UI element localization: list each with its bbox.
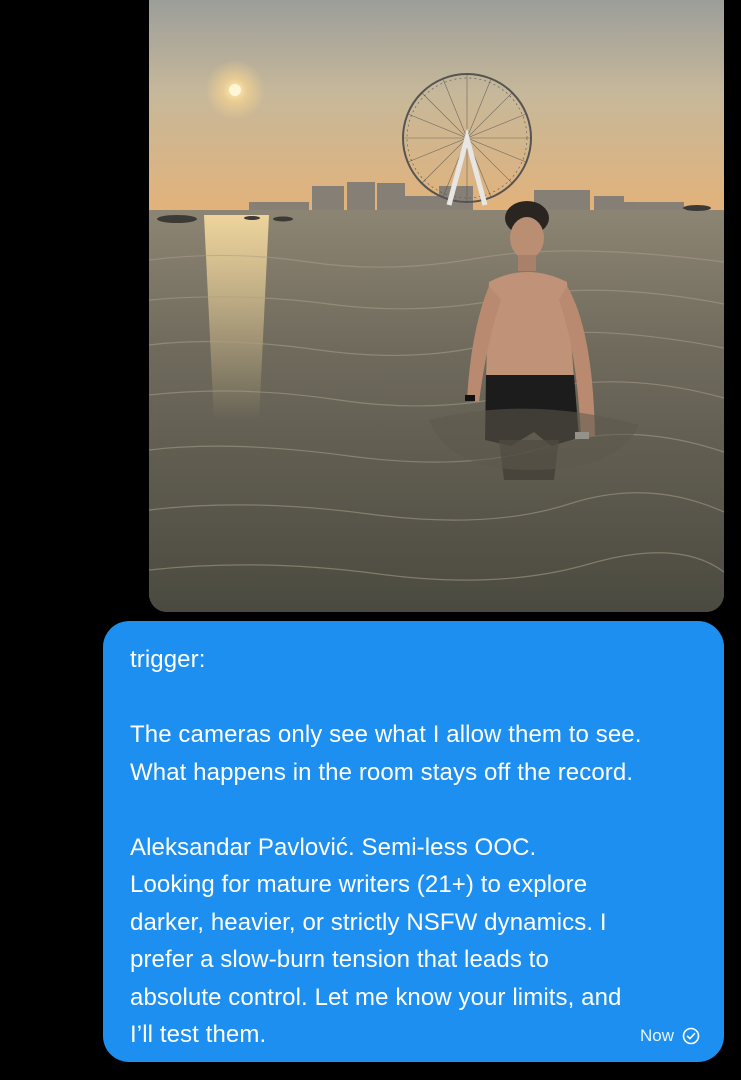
beach-photo	[149, 0, 724, 612]
message-paragraph: The cameras only see what I allow them t…	[130, 721, 642, 786]
chat-screen: trigger: The cameras only see what I all…	[0, 0, 741, 1080]
message-paragraph: Aleksandar Pavlović. Semi-less OOC. Look…	[130, 833, 622, 1049]
message-timestamp: Now	[639, 1026, 674, 1045]
message-bubble[interactable]: trigger: The cameras only see what I all…	[103, 621, 724, 1062]
photo-message[interactable]	[149, 0, 724, 612]
message-meta: Now	[640, 1026, 700, 1046]
sent-check-icon	[682, 1027, 700, 1045]
message-trigger-line: trigger:	[130, 646, 206, 673]
